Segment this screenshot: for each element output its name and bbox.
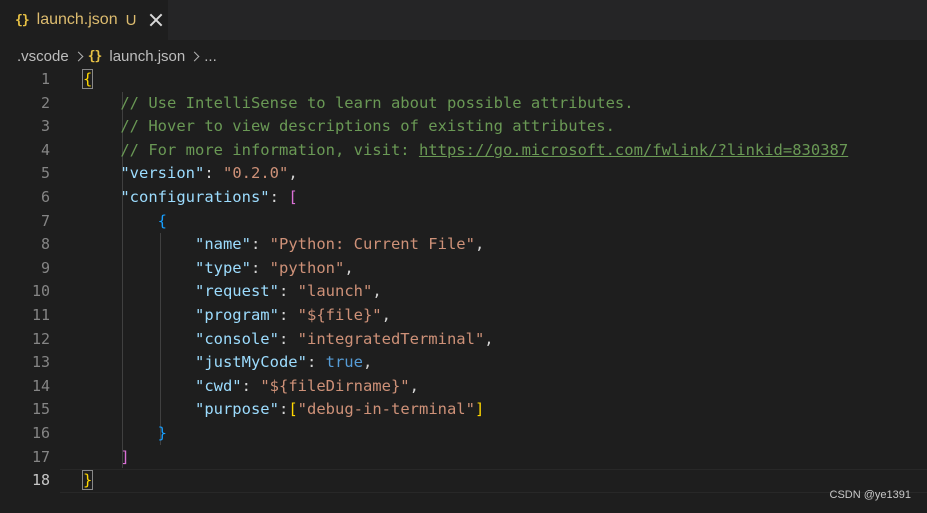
code-editor[interactable]: 1 2 3 4 5 6 7 8 9 10 11 12 13 14 15 16 1… bbox=[0, 68, 927, 513]
code-line: } bbox=[83, 422, 167, 446]
json-string: "launch" bbox=[297, 282, 373, 301]
code-line: "version": "0.2.0", bbox=[120, 164, 298, 183]
json-key: "purpose" bbox=[194, 400, 279, 419]
json-string: "debug-in-terminal" bbox=[297, 400, 475, 419]
json-braces-icon: {} bbox=[15, 12, 30, 28]
bracket-open: { bbox=[81, 69, 94, 89]
chevron-right-icon bbox=[189, 51, 200, 61]
line-number: 3 bbox=[40, 117, 50, 136]
current-line-highlight bbox=[60, 469, 927, 493]
tab-launch-json[interactable]: {} launch.json U bbox=[0, 0, 168, 40]
json-key: "justMyCode" bbox=[194, 353, 307, 372]
line-number: 1 bbox=[40, 70, 50, 88]
bracket-close: ] bbox=[474, 400, 485, 419]
close-icon[interactable] bbox=[148, 12, 164, 28]
line-number: 16 bbox=[31, 424, 50, 442]
breadcrumb-file[interactable]: launch.json bbox=[109, 48, 185, 65]
code-line: "justMyCode": true, bbox=[194, 353, 373, 372]
json-key: "cwd" bbox=[194, 376, 242, 395]
bracket-close: } bbox=[81, 470, 94, 491]
line-number: 17 bbox=[31, 447, 50, 466]
breadcrumb: .vscode {} launch.json ... bbox=[0, 44, 927, 68]
line-number: 2 bbox=[40, 93, 50, 112]
json-braces-icon: {} bbox=[87, 48, 103, 64]
json-key: "request" bbox=[194, 282, 279, 301]
code-line: "purpose":["debug-in-terminal"] bbox=[194, 400, 485, 419]
code-line: "program": "${file}", bbox=[194, 306, 391, 324]
code-line: // Use IntelliSense to learn about possi… bbox=[83, 92, 634, 116]
json-string: "${file}" bbox=[297, 306, 382, 324]
line-number: 10 bbox=[31, 282, 50, 301]
code-line: "cwd": "${fileDirname}", bbox=[194, 376, 419, 395]
code-line: { bbox=[83, 210, 167, 234]
code-line: "name": "Python: Current File", bbox=[194, 235, 485, 254]
line-number: 8 bbox=[40, 235, 50, 254]
json-string: "python" bbox=[269, 258, 345, 277]
json-key: "version" bbox=[120, 164, 205, 183]
json-key: "program" bbox=[194, 306, 279, 324]
code-line: { bbox=[81, 68, 94, 92]
line-number: 13 bbox=[31, 353, 50, 372]
chevron-right-icon bbox=[73, 51, 84, 61]
comment: // Hover to view descriptions of existin… bbox=[120, 117, 615, 136]
tab-bar: {} launch.json U bbox=[0, 0, 927, 40]
json-key: "console" bbox=[194, 329, 279, 348]
json-string: "integratedTerminal" bbox=[297, 329, 485, 348]
line-number-active: 18 bbox=[31, 471, 50, 490]
bracket-open: [ bbox=[288, 400, 298, 419]
bracket-open: { bbox=[157, 211, 167, 230]
json-string: "0.2.0" bbox=[223, 164, 289, 183]
code-line: ] bbox=[83, 446, 130, 470]
code-line: "console": "integratedTerminal", bbox=[194, 329, 494, 348]
line-number: 6 bbox=[40, 188, 50, 206]
tab-filename: launch.json bbox=[36, 11, 118, 28]
line-number: 4 bbox=[40, 140, 50, 159]
line-number: 9 bbox=[40, 258, 50, 277]
bracket-open: [ bbox=[288, 188, 298, 206]
json-string: "Python: Current File" bbox=[269, 235, 475, 254]
line-number: 11 bbox=[31, 306, 50, 324]
bracket-close: ] bbox=[120, 447, 130, 466]
code-line: // Hover to view descriptions of existin… bbox=[83, 115, 615, 139]
json-string: "${fileDirname}" bbox=[260, 376, 410, 395]
code-line: } bbox=[81, 469, 94, 493]
comment: // For more information, visit: bbox=[120, 140, 419, 159]
code-line: // For more information, visit: https://… bbox=[83, 139, 848, 163]
line-number: 5 bbox=[40, 164, 50, 183]
code-line: "type": "python", bbox=[194, 258, 354, 277]
line-number: 14 bbox=[31, 376, 50, 395]
line-number: 12 bbox=[31, 329, 50, 348]
json-key: "configurations" bbox=[120, 188, 270, 206]
json-key: "name" bbox=[194, 235, 251, 254]
code-line: "configurations": [ bbox=[120, 188, 298, 206]
json-key: "type" bbox=[194, 258, 251, 277]
code-line: "request": "launch", bbox=[194, 282, 382, 301]
breadcrumb-more[interactable]: ... bbox=[204, 48, 217, 65]
line-number: 15 bbox=[31, 400, 50, 419]
line-number: 7 bbox=[40, 211, 50, 230]
bracket-close: } bbox=[157, 424, 167, 442]
breadcrumb-folder[interactable]: .vscode bbox=[17, 48, 69, 65]
comment-link[interactable]: https://go.microsoft.com/fwlink/?linkid=… bbox=[419, 141, 848, 159]
watermark: CSDN @ye1391 bbox=[829, 489, 911, 501]
json-boolean: true bbox=[325, 353, 363, 372]
untracked-status-badge: U bbox=[125, 11, 137, 29]
comment: // Use IntelliSense to learn about possi… bbox=[120, 93, 634, 112]
